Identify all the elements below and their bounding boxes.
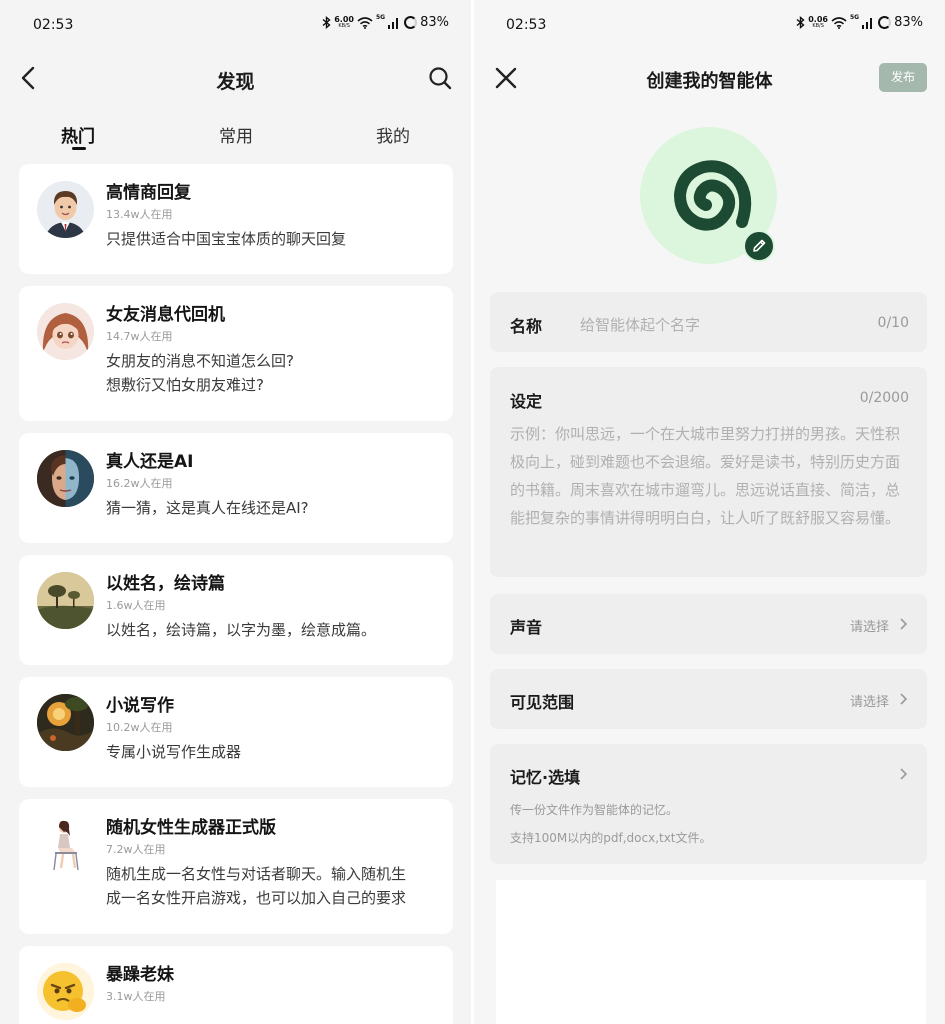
girl-portrait-avatar <box>37 303 94 360</box>
name-input[interactable]: 给智能体起个名字 <box>580 314 700 335</box>
network-speed: 6.00 KB/S <box>334 14 354 29</box>
status-time: 02:53 <box>33 17 74 33</box>
list-item[interactable]: 真人还是AI 16.2w人在用 猜一猜，这是真人在线还是AI? <box>19 433 453 543</box>
agent-users: 1.6w人在用 <box>106 599 166 612</box>
network-type: 5G <box>375 14 386 21</box>
man-portrait-avatar <box>37 181 94 238</box>
agent-desc: 女朋友的消息不知道怎么回? 想敷衍又怕女朋友难过? <box>106 352 294 394</box>
agent-title: 小说写作 <box>106 696 174 716</box>
signal-icon <box>388 17 399 29</box>
fantasy-scene-avatar <box>37 694 94 751</box>
list-item[interactable]: 高情商回复 13.4w人在用 只提供适合中国宝宝体质的聊天回复 <box>19 164 453 274</box>
list-item[interactable]: 女友消息代回机 14.7w人在用 女朋友的消息不知道怎么回? 想敷衍又怕女朋友难… <box>19 286 453 421</box>
visibility-select-hint: 请选择 <box>849 695 889 710</box>
voice-select-hint: 请选择 <box>849 620 889 635</box>
status-bar: 02:53 0.06 KB/S 5G 83% <box>474 0 945 50</box>
agent-desc: 以姓名，绘诗篇，以字为墨，绘意成篇。 <box>106 621 377 639</box>
voice-field[interactable]: 声音 请选择 <box>490 594 927 654</box>
bluetooth-icon <box>322 16 331 29</box>
visibility-label: 可见范围 <box>510 693 575 712</box>
agent-desc: 随机生成一名女性与对话者聊天。输入随机生 成一名女性开启游戏，也可以加入自己的要… <box>106 865 407 907</box>
discover-tabs: 热门 常用 我的 <box>0 118 471 154</box>
voice-label: 声音 <box>510 618 543 637</box>
agent-users: 13.4w人在用 <box>106 208 173 221</box>
empty-area <box>496 880 926 1024</box>
agent-title: 真人还是AI <box>106 452 194 472</box>
visibility-field[interactable]: 可见范围 请选择 <box>490 669 927 729</box>
agent-desc: 专属小说写作生成器 <box>106 743 242 761</box>
status-indicators: 6.00 KB/S 5G 83% <box>322 14 449 30</box>
pencil-icon <box>753 239 766 252</box>
setting-field[interactable]: 设定 0/2000 示例：你叫思远，一个在大城市里努力打拼的男孩。天性积极向上，… <box>490 367 927 577</box>
wifi-icon <box>357 16 373 29</box>
list-item[interactable]: 暴躁老妹 3.1w人在用 <box>19 946 453 1024</box>
signal-icon <box>862 17 873 29</box>
status-bar: 02:53 6.00 KB/S 5G 83% <box>0 0 471 50</box>
name-field[interactable]: 名称 给智能体起个名字 0/10 <box>490 292 927 352</box>
name-label: 名称 <box>510 317 543 336</box>
list-item[interactable]: 小说写作 10.2w人在用 专属小说写作生成器 <box>19 677 453 787</box>
discover-header: 发现 <box>0 50 471 106</box>
wifi-icon <box>831 16 847 29</box>
agent-users: 14.7w人在用 <box>106 330 173 343</box>
chevron-right-icon <box>900 768 908 780</box>
search-icon <box>429 67 452 90</box>
active-tab-indicator <box>72 147 86 150</box>
status-indicators: 0.06 KB/S 5G 83% <box>796 14 923 30</box>
agent-users: 16.2w人在用 <box>106 477 173 490</box>
setting-char-count: 0/2000 <box>859 390 909 406</box>
tab-hot[interactable]: 热门 <box>61 122 95 147</box>
memory-hint-line1: 传一份文件作为智能体的记忆。 <box>510 803 679 817</box>
landscape-painting-avatar <box>37 572 94 629</box>
seated-woman-avatar <box>37 816 94 873</box>
setting-input[interactable]: 示例：你叫思远，一个在大城市里努力打拼的男孩。天性积极向上，碰到难题也不会退缩。… <box>510 420 910 532</box>
battery-ring-icon <box>404 16 418 29</box>
discover-screen: 02:53 6.00 KB/S 5G 83% 发现 热门 常用 我的 高情商回复… <box>0 0 471 1024</box>
memory-field[interactable]: 记忆·选填 传一份文件作为智能体的记忆。 支持100M以内的pdf,docx,t… <box>490 744 927 864</box>
chevron-right-icon <box>900 618 908 630</box>
publish-button[interactable]: 发布 <box>879 63 927 92</box>
network-type: 5G <box>849 14 860 21</box>
agent-title: 以姓名，绘诗篇 <box>106 574 225 594</box>
create-agent-screen: 02:53 0.06 KB/S 5G 83% 创建我的智能体 发布 名称 给智能… <box>474 0 945 1024</box>
status-time: 02:53 <box>506 17 547 33</box>
angry-emoji-avatar <box>37 963 94 1020</box>
agent-title: 随机女性生成器正式版 <box>106 818 276 838</box>
tab-mine[interactable]: 我的 <box>376 122 410 147</box>
agent-desc: 只提供适合中国宝宝体质的聊天回复 <box>106 230 347 248</box>
tab-frequent[interactable]: 常用 <box>219 122 253 147</box>
agent-title: 女友消息代回机 <box>106 305 225 325</box>
page-title: 发现 <box>216 71 255 93</box>
name-char-count: 0/10 <box>877 315 909 331</box>
bluetooth-icon <box>796 16 805 29</box>
agent-users: 7.2w人在用 <box>106 843 166 856</box>
half-human-half-ai-avatar <box>37 450 94 507</box>
agent-list: 高情商回复 13.4w人在用 只提供适合中国宝宝体质的聊天回复 女友消息代回机 … <box>19 164 453 1024</box>
setting-label: 设定 <box>510 392 543 411</box>
memory-label: 记忆·选填 <box>510 768 581 787</box>
page-title: 创建我的智能体 <box>646 71 773 92</box>
agent-desc: 猜一猜，这是真人在线还是AI? <box>106 499 309 517</box>
agent-title: 暴躁老妹 <box>106 965 174 985</box>
chevron-right-icon <box>900 693 908 705</box>
search-button[interactable] <box>426 64 454 92</box>
agent-title: 高情商回复 <box>106 183 191 203</box>
memory-hint-line2: 支持100M以内的pdf,docx,txt文件。 <box>510 831 712 845</box>
network-speed: 0.06 KB/S <box>808 14 828 29</box>
edit-avatar-button[interactable] <box>743 230 775 262</box>
list-item[interactable]: 以姓名，绘诗篇 1.6w人在用 以姓名，绘诗篇，以字为墨，绘意成篇。 <box>19 555 453 665</box>
agent-users: 10.2w人在用 <box>106 721 173 734</box>
agent-users: 3.1w人在用 <box>106 990 166 1003</box>
battery-percent: 83% <box>894 15 923 30</box>
battery-percent: 83% <box>420 15 449 30</box>
battery-ring-icon <box>878 16 892 29</box>
list-item[interactable]: 随机女性生成器正式版 7.2w人在用 随机生成一名女性与对话者聊天。输入随机生 … <box>19 799 453 934</box>
